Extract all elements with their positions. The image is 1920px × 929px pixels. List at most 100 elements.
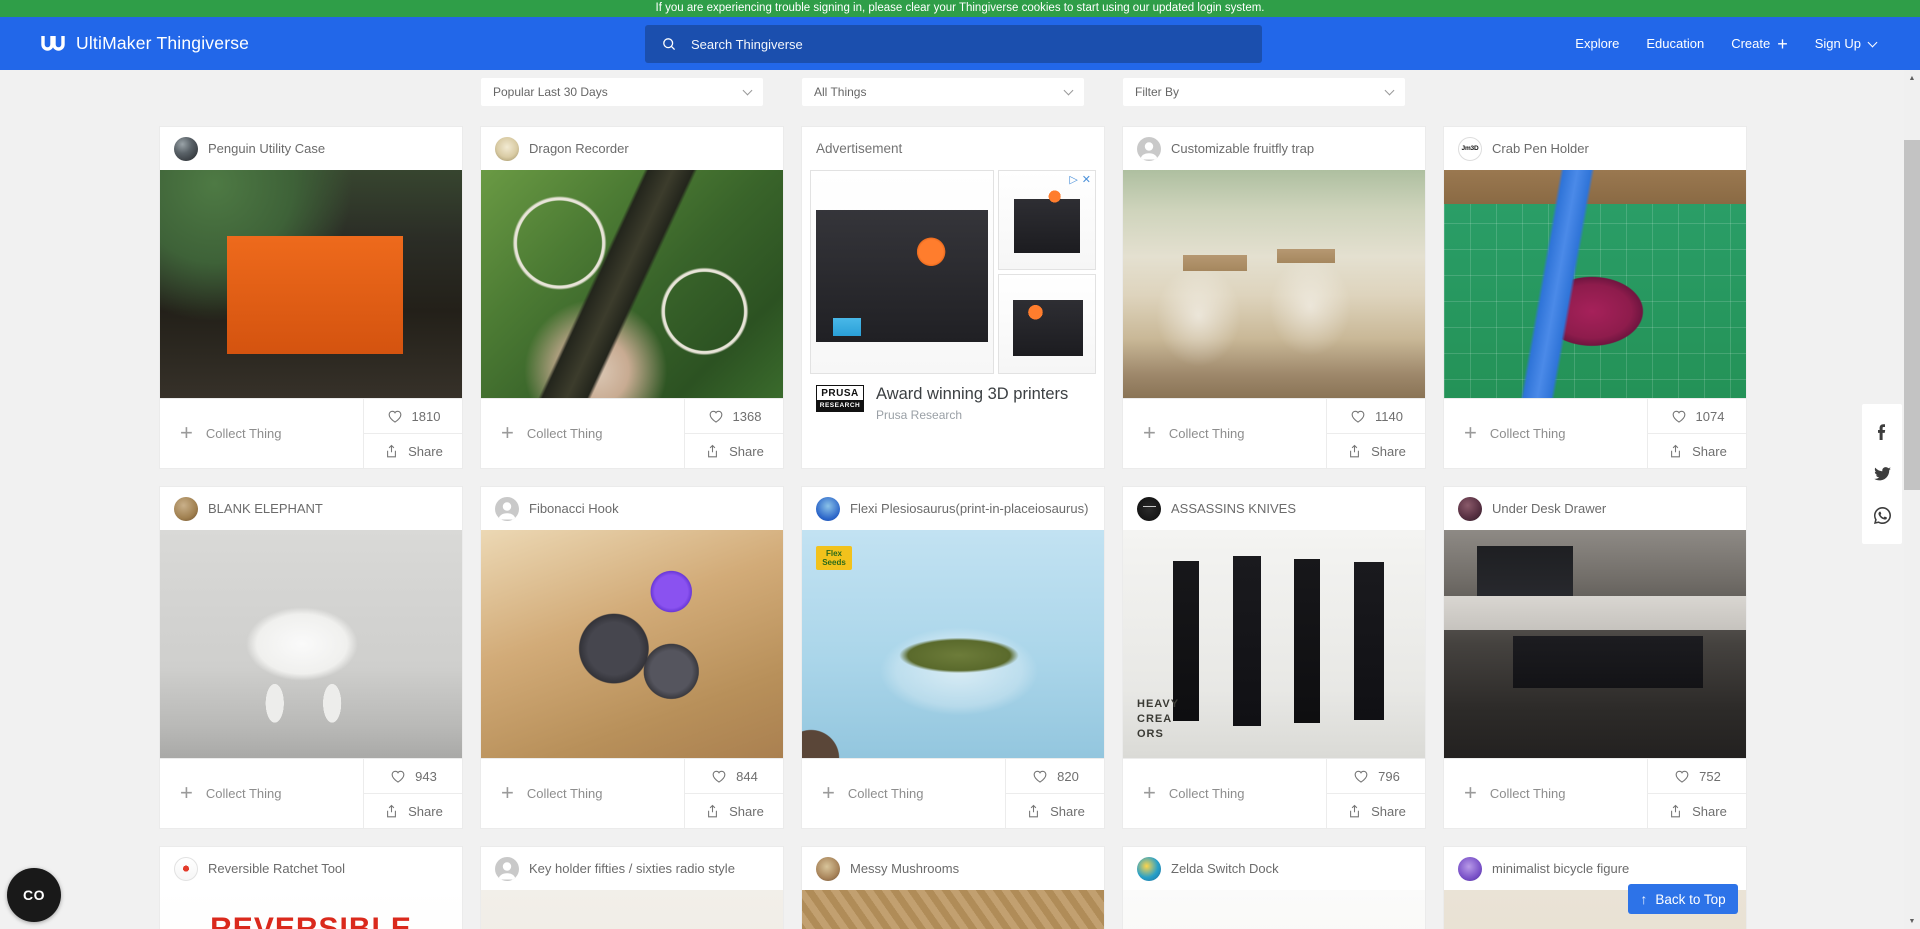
collect-thing-button[interactable]: +Collect Thing bbox=[481, 759, 684, 828]
thing-photo[interactable] bbox=[1444, 530, 1746, 758]
thing-card: Customizable fruitfly trap +Collect Thing… bbox=[1123, 127, 1425, 468]
collect-thing-button[interactable]: +Collect Thing bbox=[1123, 399, 1326, 468]
like-count: 820 bbox=[1057, 769, 1079, 784]
thing-title[interactable]: minimalist bicycle figure bbox=[1492, 861, 1629, 876]
thing-title[interactable]: Zelda Switch Dock bbox=[1171, 861, 1279, 876]
thing-photo[interactable]: Flex Seeds bbox=[802, 530, 1104, 758]
nav-explore[interactable]: Explore bbox=[1575, 36, 1619, 51]
thing-title[interactable]: Penguin Utility Case bbox=[208, 141, 325, 156]
scrollbar-up-icon[interactable]: ▲ bbox=[1904, 70, 1920, 86]
like-button[interactable]: 943 bbox=[364, 759, 462, 794]
thing-photo[interactable] bbox=[1123, 890, 1425, 929]
share-button[interactable]: Share bbox=[685, 434, 783, 468]
thing-title[interactable]: BLANK ELEPHANT bbox=[208, 501, 323, 516]
filter-by-dropdown[interactable]: Filter By bbox=[1123, 78, 1405, 106]
search-box[interactable] bbox=[645, 25, 1262, 63]
thing-title[interactable]: ASSASSINS KNIVES bbox=[1171, 501, 1296, 516]
thing-card-footer: +Collect Thing1074Share bbox=[1444, 398, 1746, 468]
nav-education[interactable]: Education bbox=[1646, 36, 1704, 51]
share-button[interactable]: Share bbox=[1648, 794, 1746, 828]
thing-title[interactable]: Customizable fruitfly trap bbox=[1171, 141, 1314, 156]
like-button[interactable]: 1810 bbox=[364, 399, 462, 434]
search-input[interactable] bbox=[689, 36, 1173, 53]
thing-photo[interactable] bbox=[481, 530, 783, 758]
creator-avatar[interactable] bbox=[1137, 857, 1161, 881]
ad-creative[interactable]: ▷✕ bbox=[810, 170, 1096, 374]
category-dropdown[interactable]: All Things bbox=[802, 78, 1084, 106]
scrollbar-thumb[interactable] bbox=[1904, 140, 1920, 490]
thing-title[interactable]: Fibonacci Hook bbox=[529, 501, 619, 516]
like-button[interactable]: 796 bbox=[1327, 759, 1425, 794]
creator-avatar[interactable] bbox=[495, 857, 519, 881]
collect-thing-button[interactable]: +Collect Thing bbox=[160, 399, 363, 468]
like-button[interactable]: 844 bbox=[685, 759, 783, 794]
thing-title[interactable]: Key holder fifties / sixties radio style bbox=[529, 861, 735, 876]
thing-title[interactable]: Under Desk Drawer bbox=[1492, 501, 1606, 516]
share-button[interactable]: Share bbox=[1327, 434, 1425, 468]
like-button[interactable]: 752 bbox=[1648, 759, 1746, 794]
thing-title[interactable]: Reversible Ratchet Tool bbox=[208, 861, 345, 876]
like-button[interactable]: 1140 bbox=[1327, 399, 1425, 434]
creator-avatar[interactable] bbox=[174, 137, 198, 161]
sort-dropdown[interactable]: Popular Last 30 Days bbox=[481, 78, 763, 106]
thing-photo[interactable] bbox=[802, 890, 1104, 929]
thing-photo[interactable]: HEAVY CREA ORS bbox=[1123, 530, 1425, 758]
share-button[interactable]: Share bbox=[364, 434, 462, 468]
creator-avatar[interactable] bbox=[816, 857, 840, 881]
back-to-top-button[interactable]: ↑ Back to Top bbox=[1628, 884, 1738, 914]
like-button[interactable]: 1074 bbox=[1648, 399, 1746, 434]
creator-avatar[interactable] bbox=[1137, 137, 1161, 161]
thing-title[interactable]: Messy Mushrooms bbox=[850, 861, 959, 876]
ad-headline[interactable]: Award winning 3D printers bbox=[876, 385, 1068, 404]
cookie-consent-button[interactable]: CO bbox=[7, 868, 61, 922]
share-button[interactable]: Share bbox=[364, 794, 462, 828]
nav-signup[interactable]: Sign Up bbox=[1815, 36, 1876, 51]
share-button[interactable]: Share bbox=[1006, 794, 1104, 828]
thing-photo[interactable] bbox=[1123, 170, 1425, 398]
facebook-share-icon[interactable] bbox=[1874, 424, 1890, 440]
creator-avatar[interactable] bbox=[1458, 857, 1482, 881]
collect-thing-button[interactable]: +Collect Thing bbox=[802, 759, 1005, 828]
share-icon bbox=[1667, 443, 1684, 460]
creator-avatar[interactable]: Jm3D bbox=[1458, 137, 1482, 161]
like-button[interactable]: 1368 bbox=[685, 399, 783, 434]
creator-avatar[interactable] bbox=[1137, 497, 1161, 521]
thing-photo[interactable] bbox=[160, 530, 462, 758]
ad-close-icon[interactable]: ✕ bbox=[1082, 173, 1091, 186]
creator-avatar[interactable] bbox=[1458, 497, 1482, 521]
like-button[interactable]: 820 bbox=[1006, 759, 1104, 794]
share-icon bbox=[704, 803, 721, 820]
thing-photo[interactable]: REVERSIBLE bbox=[160, 890, 462, 929]
scrollbar[interactable]: ▲ ▼ bbox=[1904, 70, 1920, 929]
collect-thing-label: Collect Thing bbox=[527, 786, 603, 801]
adchoices-icon[interactable]: ▷ bbox=[1069, 173, 1077, 186]
collect-thing-button[interactable]: +Collect Thing bbox=[1123, 759, 1326, 828]
collect-thing-button[interactable]: +Collect Thing bbox=[1444, 759, 1647, 828]
share-button[interactable]: Share bbox=[1327, 794, 1425, 828]
share-button[interactable]: Share bbox=[1648, 434, 1746, 468]
creator-avatar[interactable] bbox=[816, 497, 840, 521]
whatsapp-share-icon[interactable] bbox=[1874, 507, 1891, 524]
ad-image-printer-small-2[interactable] bbox=[998, 274, 1096, 374]
thing-photo[interactable] bbox=[1444, 170, 1746, 398]
scrollbar-down-icon[interactable]: ▼ bbox=[1904, 913, 1920, 929]
collect-thing-button[interactable]: +Collect Thing bbox=[1444, 399, 1647, 468]
creator-avatar[interactable] bbox=[174, 857, 198, 881]
twitter-share-icon[interactable] bbox=[1874, 465, 1891, 482]
ad-image-printer-large[interactable] bbox=[810, 170, 994, 374]
creator-avatar[interactable] bbox=[495, 497, 519, 521]
collect-thing-button[interactable]: +Collect Thing bbox=[160, 759, 363, 828]
creator-avatar[interactable] bbox=[495, 137, 519, 161]
collect-thing-button[interactable]: +Collect Thing bbox=[481, 399, 684, 468]
thing-title[interactable]: Crab Pen Holder bbox=[1492, 141, 1589, 156]
thing-title[interactable]: Flexi Plesiosaurus(print-in-placeiosauru… bbox=[850, 501, 1088, 516]
thing-photo[interactable] bbox=[160, 170, 462, 398]
nav-create[interactable]: Create+ bbox=[1731, 35, 1788, 53]
thing-title[interactable]: Dragon Recorder bbox=[529, 141, 629, 156]
creator-avatar[interactable] bbox=[174, 497, 198, 521]
thing-photo[interactable] bbox=[481, 890, 783, 929]
brand-logo[interactable]: UltiMaker Thingiverse bbox=[40, 17, 249, 70]
ad-caption: PRUSARESEARCHAward winning 3D printersPr… bbox=[802, 374, 1104, 422]
share-button[interactable]: Share bbox=[685, 794, 783, 828]
thing-photo[interactable] bbox=[481, 170, 783, 398]
